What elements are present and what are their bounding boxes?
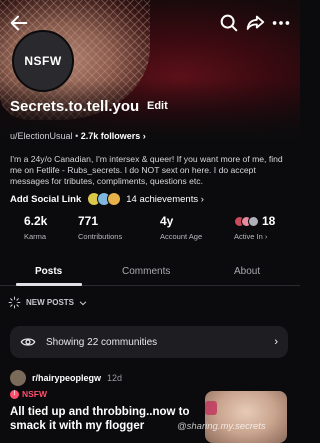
post-title[interactable]: All tied up and throbbing..now to smack … [10, 405, 195, 433]
edit-button[interactable]: Edit [147, 100, 168, 112]
nsfw-badge: ! NSFW [10, 389, 47, 399]
post-time: 12d [107, 373, 123, 383]
achievement-badges[interactable] [87, 192, 122, 206]
post-header: r/hairypeoplegw 12d [10, 370, 122, 386]
stat-contributions: 771 Contributions [78, 214, 123, 241]
chevron-right-icon: › [274, 336, 278, 348]
watermark: @sharing.my.secrets [177, 421, 266, 432]
tab-about[interactable]: About [234, 266, 260, 277]
username[interactable]: u/ElectionUsual [10, 131, 73, 141]
back-arrow-icon[interactable] [8, 12, 30, 34]
stat-active-in[interactable]: 18 Active In › [234, 214, 275, 241]
add-social-link-button[interactable]: Add Social Link [10, 194, 81, 205]
sparkle-icon [8, 296, 21, 309]
stats-row: 6.2k Karma 771 Contributions 4y Account … [0, 214, 300, 254]
achievements-link[interactable]: 14 achievements › [126, 194, 204, 205]
sort-dropdown[interactable]: NEW POSTS [8, 296, 88, 309]
communities-filter-button[interactable]: Showing 22 communities › [10, 326, 288, 358]
display-name: Secrets.to.tell.you [10, 98, 140, 115]
profile-bio: I'm a 24y/o Canadian, I'm intersex & que… [10, 154, 283, 186]
community-icons [234, 215, 259, 227]
share-icon[interactable] [244, 12, 266, 34]
eye-icon [20, 338, 36, 346]
more-icon[interactable] [270, 12, 292, 34]
active-tab-indicator [16, 283, 82, 286]
subreddit-avatar[interactable] [10, 370, 26, 386]
search-icon[interactable] [218, 12, 240, 34]
chevron-down-icon [79, 300, 87, 305]
tab-posts[interactable]: Posts [35, 266, 62, 277]
sparkle-icon [107, 192, 122, 206]
stat-account-age: 4y Account Age [160, 214, 203, 241]
profile-tabs: Posts Comments About [0, 260, 300, 286]
nsfw-icon: ! [10, 389, 19, 399]
post-thumbnail[interactable] [205, 391, 287, 443]
post-subreddit[interactable]: r/hairypeoplegw [32, 373, 101, 383]
social-row: Add Social Link 14 achievements › [10, 192, 204, 206]
profile-meta: u/ElectionUsual • 2.7k followers › [10, 131, 146, 141]
followers-link[interactable]: 2.7k followers › [81, 131, 146, 141]
stat-karma: 6.2k Karma [24, 214, 48, 241]
avatar[interactable]: NSFW [12, 30, 74, 92]
tab-comments[interactable]: Comments [122, 266, 170, 277]
